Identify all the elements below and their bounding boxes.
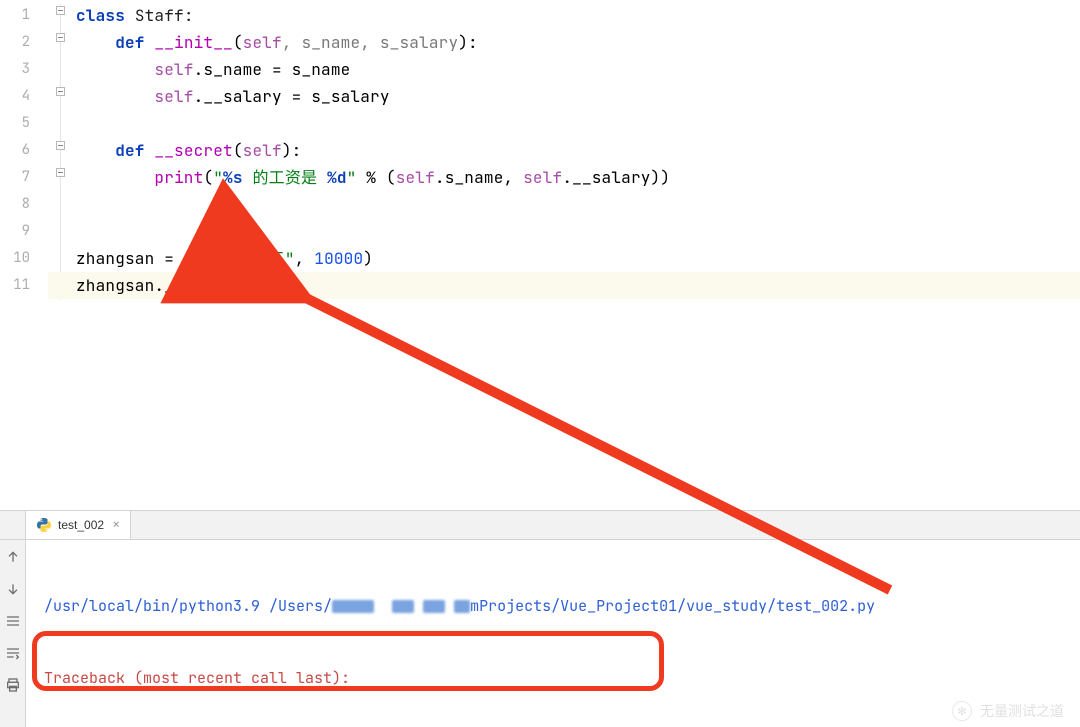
run-tab[interactable]: test_002 × (26, 511, 131, 539)
script-path-end: mProjects/Vue_Project01/vue_study/test_0… (470, 596, 875, 616)
console-output[interactable]: /usr/local/bin/python3.9 /Users/ mProjec… (26, 540, 1080, 727)
method-name: __secret (154, 140, 232, 161)
code-area[interactable]: class Staff: def __init__(self, s_name, … (48, 0, 1080, 510)
self: self (396, 167, 435, 188)
fmt: %s (223, 167, 243, 188)
wechat-icon: ✻ (952, 701, 972, 721)
builtin-print: print (154, 167, 203, 188)
keyword-class: class (76, 5, 125, 26)
close-icon[interactable]: × (112, 516, 120, 534)
traceback-header: Traceback (most recent call last): (44, 666, 1072, 690)
attr: s_name (203, 59, 262, 80)
line-number: 10 (0, 245, 48, 272)
var: zhangsan (76, 275, 154, 296)
var: s_name (292, 59, 351, 80)
line-number: 3 (0, 56, 48, 83)
console-pane: /usr/local/bin/python3.9 /Users/ mProjec… (0, 540, 1080, 727)
soft-wrap-icon[interactable] (4, 612, 22, 630)
tabs-gutter (0, 511, 26, 539)
line-number: 5 (0, 110, 48, 137)
attr: s_name (445, 167, 504, 188)
self: self (523, 167, 562, 188)
attr: __salary (203, 86, 281, 107)
param-self: self (243, 140, 282, 161)
line-number-gutter: 1 2 3 4 5 6 7 8 9 10 11 (0, 0, 48, 510)
redacted (454, 600, 470, 613)
keyword-def: def (115, 32, 144, 53)
line-number: 1 (0, 2, 48, 29)
self: self (154, 86, 193, 107)
run-tabs-bar: test_002 × (0, 510, 1080, 540)
redacted (423, 600, 445, 613)
console-tool-gutter (0, 540, 26, 727)
line-number: 7 (0, 164, 48, 191)
scroll-up-icon[interactable] (4, 548, 22, 566)
keyword-def: def (115, 140, 144, 161)
line-number: 9 (0, 218, 48, 245)
print-icon[interactable] (4, 676, 22, 694)
redacted (332, 600, 374, 613)
current-line: zhangsan.__secret() (48, 272, 1080, 299)
class-name: Staff (135, 5, 184, 26)
editor-pane: 1 2 3 4 5 6 7 8 9 10 11 class Staff: def… (0, 0, 1080, 510)
caret (263, 278, 264, 296)
line-number: 2 (0, 29, 48, 56)
var: s_salary (311, 86, 389, 107)
method-name: __init__ (154, 32, 232, 53)
watermark-text: 无量测试之道 (980, 701, 1064, 721)
redacted (392, 600, 414, 613)
line-number: 4 (0, 83, 48, 110)
self: self (154, 59, 193, 80)
python-file-icon (36, 517, 52, 533)
interpreter-path: /usr/local/bin/python3.9 (44, 596, 260, 616)
string-arg: "张三" (243, 248, 295, 269)
scroll-down-icon[interactable] (4, 580, 22, 598)
line-number: 8 (0, 191, 48, 218)
line-number: 6 (0, 137, 48, 164)
fmt: %d (327, 167, 347, 188)
run-tab-label: test_002 (58, 518, 104, 532)
var: zhangsan (76, 248, 154, 269)
str: 的工资是 (243, 167, 327, 188)
method-call: __secret (164, 275, 242, 296)
param-self: self (243, 32, 282, 53)
watermark: ✻ 无量测试之道 (952, 701, 1064, 721)
class-ref: Staff (184, 248, 233, 269)
scroll-to-end-icon[interactable] (4, 644, 22, 662)
script-path-start: /Users/ (269, 596, 332, 616)
line-number: 11 (0, 272, 48, 299)
params: , s_name, s_salary (282, 32, 458, 53)
attr: __salary (572, 167, 650, 188)
number-arg: 10000 (314, 248, 363, 269)
